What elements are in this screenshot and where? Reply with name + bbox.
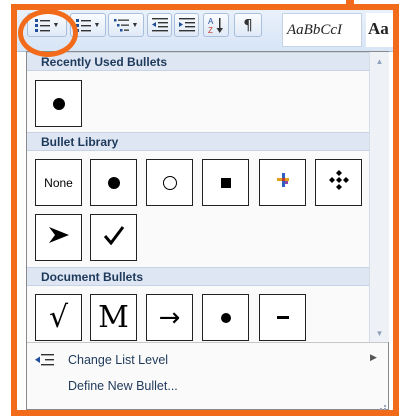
highlight-frame: [11, 4, 399, 416]
highlight-circle: [18, 9, 78, 57]
